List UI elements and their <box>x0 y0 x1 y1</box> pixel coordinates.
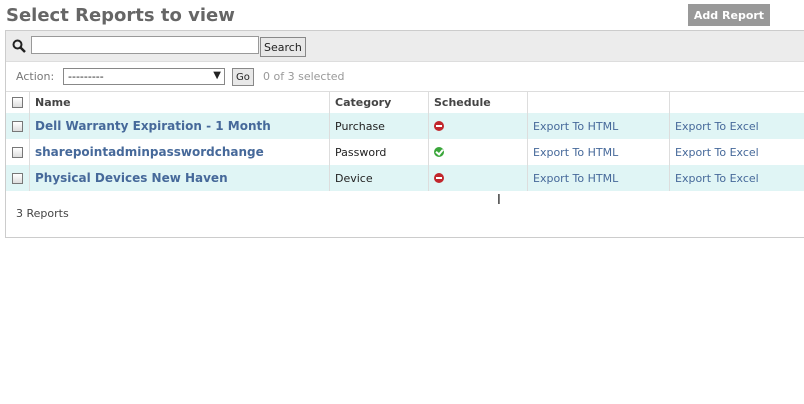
table-header-row: Name Category Schedule <box>6 91 804 114</box>
export-excel-link[interactable]: Export To Excel <box>675 146 759 159</box>
row-checkbox[interactable] <box>12 120 23 132</box>
category-text: Password <box>335 145 387 159</box>
column-header-name[interactable]: Name <box>30 92 330 113</box>
add-report-button[interactable]: Add Report <box>688 4 770 26</box>
search-icon <box>12 39 26 56</box>
search-input[interactable] <box>31 36 259 54</box>
disabled-icon <box>434 173 444 183</box>
select-all-checkbox[interactable] <box>12 97 23 108</box>
report-name-link[interactable]: Dell Warranty Expiration - 1 Month <box>35 119 271 133</box>
action-bar: Action: --------- ▼ Go 0 of 3 selected <box>6 63 804 89</box>
table-row: Physical Devices New Haven Device Export… <box>6 165 804 191</box>
row-checkbox[interactable] <box>12 146 23 158</box>
report-category: Device <box>330 165 429 191</box>
export-html-cell: Export To HTML <box>528 139 670 165</box>
export-html-cell: Export To HTML <box>528 113 670 139</box>
go-button[interactable]: Go <box>232 68 254 86</box>
column-header-schedule[interactable]: Schedule <box>429 92 528 113</box>
column-header-export-html <box>528 92 670 113</box>
export-excel-cell: Export To Excel <box>670 139 804 165</box>
report-name-link[interactable]: Physical Devices New Haven <box>35 171 228 185</box>
action-label: Action: <box>16 70 55 83</box>
reports-panel: Search Action: --------- ▼ Go 0 of 3 sel… <box>5 30 804 238</box>
category-text: Purchase <box>335 119 385 133</box>
search-bar: Search <box>6 31 804 62</box>
search-button[interactable]: Search <box>260 37 306 57</box>
table-row: Dell Warranty Expiration - 1 Month Purch… <box>6 113 804 139</box>
report-schedule <box>429 139 528 165</box>
column-header-category[interactable]: Category <box>330 92 429 113</box>
export-excel-cell: Export To Excel <box>670 165 804 191</box>
report-name-cell: sharepointadminpasswordchange <box>30 139 330 165</box>
row-select-cell <box>6 165 30 191</box>
report-schedule <box>429 165 528 191</box>
report-name-link[interactable]: sharepointadminpasswordchange <box>35 145 264 159</box>
report-schedule <box>429 113 528 139</box>
export-html-link[interactable]: Export To HTML <box>533 172 618 185</box>
report-count: 3 Reports <box>16 207 69 220</box>
report-category: Purchase <box>330 113 429 139</box>
chevron-down-icon: ▼ <box>213 70 221 81</box>
export-excel-link[interactable]: Export To Excel <box>675 120 759 133</box>
export-excel-cell: Export To Excel <box>670 113 804 139</box>
enabled-icon <box>434 147 444 157</box>
export-html-cell: Export To HTML <box>528 165 670 191</box>
row-checkbox[interactable] <box>12 172 23 184</box>
select-all-cell <box>6 92 30 113</box>
disabled-icon <box>434 121 444 131</box>
action-select-value: --------- <box>68 70 104 83</box>
report-name-cell: Physical Devices New Haven <box>30 165 330 191</box>
row-select-cell <box>6 113 30 139</box>
table-row: sharepointadminpasswordchange Password E… <box>6 139 804 165</box>
column-header-export-excel <box>670 92 804 113</box>
text-cursor-icon: I <box>497 193 501 208</box>
page-title: Select Reports to view <box>6 5 235 26</box>
report-category: Password <box>330 139 429 165</box>
export-html-link[interactable]: Export To HTML <box>533 120 618 133</box>
export-html-link[interactable]: Export To HTML <box>533 146 618 159</box>
row-select-cell <box>6 139 30 165</box>
category-text: Device <box>335 171 373 185</box>
action-select[interactable]: --------- ▼ <box>63 68 225 85</box>
export-excel-link[interactable]: Export To Excel <box>675 172 759 185</box>
report-name-cell: Dell Warranty Expiration - 1 Month <box>30 113 330 139</box>
selection-status: 0 of 3 selected <box>263 70 345 83</box>
